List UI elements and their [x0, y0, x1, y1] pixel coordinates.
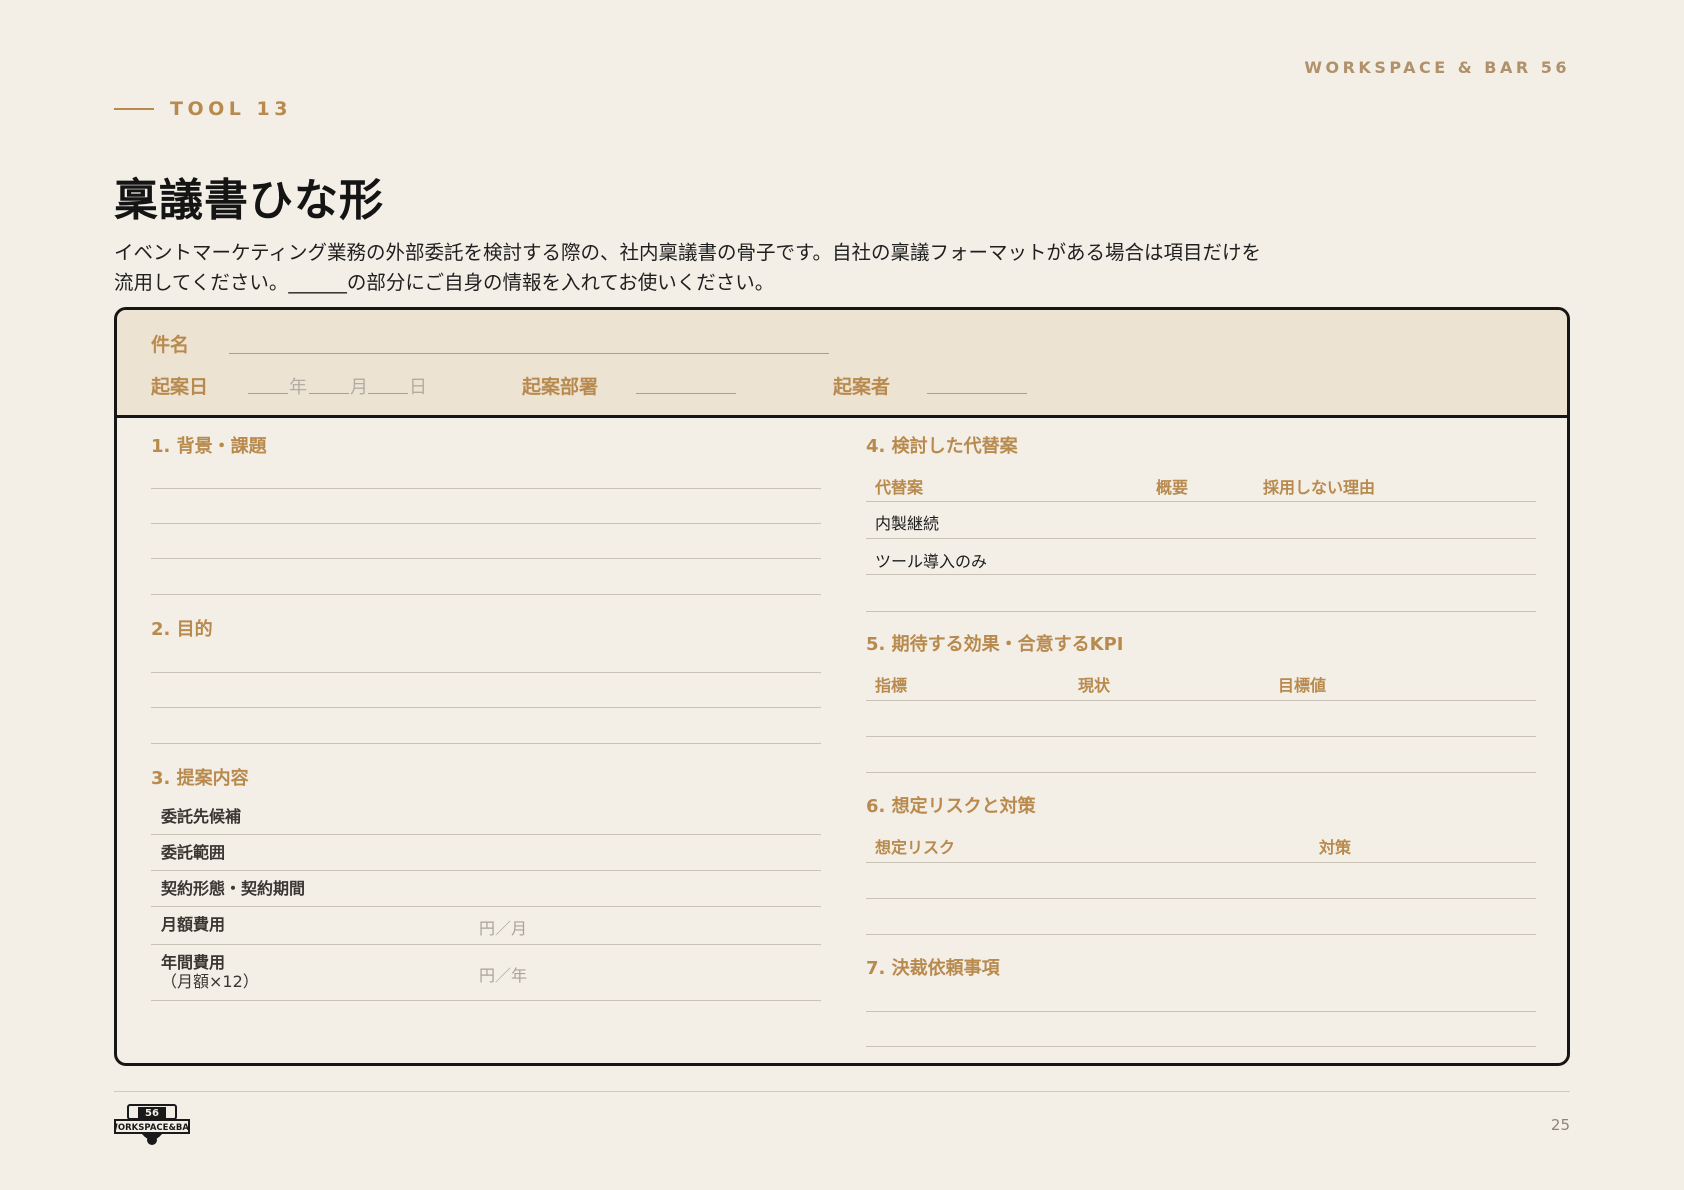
proposal-row-label: 契約形態・契約期間: [161, 879, 306, 898]
subject-field[interactable]: [229, 353, 829, 354]
subject-label: 件名: [151, 334, 190, 356]
section-2-line[interactable]: [151, 672, 821, 673]
proposal-row-label: 委託範囲: [161, 843, 226, 862]
section-7-title: 7. 決裁依頼事項: [866, 958, 1000, 979]
risk-col-header: 想定リスク: [875, 838, 956, 857]
kpi-col-header: 目標値: [1278, 676, 1327, 695]
proposal-row-sublabel: （月額×12）: [161, 972, 259, 991]
proposal-row-label: 年間費用: [161, 953, 226, 972]
proposal-row-label: 委託先候補: [161, 807, 242, 826]
page-title: 稟議書ひな形: [114, 175, 384, 226]
date-label: 起案日: [151, 376, 209, 398]
workspace-bar-logo: 56 WORKSPACE&BAR: [109, 1104, 196, 1146]
section-3-title: 3. 提案内容: [151, 768, 249, 789]
alt-col-header: 概要: [1156, 478, 1189, 497]
intro-text: イベントマーケティング業務の外部委託を検討する際の、社内稟議書の骨子です。自社の…: [114, 238, 1354, 298]
page-number: 25: [1550, 1116, 1570, 1134]
footer-divider: [114, 1091, 1570, 1092]
alt-table-line[interactable]: [866, 538, 1536, 539]
proposal-row-line[interactable]: [151, 944, 821, 945]
proposal-row-line[interactable]: [151, 834, 821, 835]
alt-table-line: [866, 501, 1536, 502]
dept-label: 起案部署: [522, 376, 599, 398]
alt-row-name: 内製継続: [875, 514, 940, 533]
section-1-line[interactable]: [151, 523, 821, 524]
section-2-line[interactable]: [151, 743, 821, 744]
section-1-line[interactable]: [151, 594, 821, 595]
risk-col-header: 対策: [1319, 838, 1352, 857]
date-day-field[interactable]: [368, 393, 408, 394]
section-2-line[interactable]: [151, 707, 821, 708]
author-label: 起案者: [833, 376, 891, 398]
kpi-table-line: [866, 700, 1536, 701]
section-1-line[interactable]: [151, 488, 821, 489]
risk-table-line[interactable]: [866, 934, 1536, 935]
logo-number: 56: [145, 1108, 159, 1119]
proposal-row-line[interactable]: [151, 870, 821, 871]
approval-form: 件名 起案日 年 月 日 起案部署 起案者 1. 背景・課題 2. 目的 3. …: [114, 307, 1570, 1066]
tool-label: TOOL 13: [114, 98, 292, 120]
section-7-line[interactable]: [866, 1046, 1536, 1047]
risk-table-line[interactable]: [866, 898, 1536, 899]
section-4-title: 4. 検討した代替案: [866, 436, 1018, 457]
tool-label-text: TOOL 13: [170, 98, 292, 120]
section-2-title: 2. 目的: [151, 619, 213, 640]
alt-table-line[interactable]: [866, 611, 1536, 612]
kpi-table-line[interactable]: [866, 772, 1536, 773]
monthly-unit: 円／月: [479, 919, 528, 938]
tool-label-rule: [114, 108, 154, 110]
form-header: 件名 起案日 年 月 日 起案部署 起案者: [117, 310, 1567, 418]
date-month-field[interactable]: [309, 393, 349, 394]
section-1-line[interactable]: [151, 558, 821, 559]
year-unit: 年: [289, 377, 307, 398]
dept-field[interactable]: [636, 393, 736, 394]
proposal-row-line[interactable]: [151, 906, 821, 907]
proposal-row-label: 月額費用: [161, 915, 226, 934]
risk-table-line: [866, 862, 1536, 863]
kpi-table-line[interactable]: [866, 736, 1536, 737]
form-body: 1. 背景・課題 2. 目的 3. 提案内容 委託先候補 委託範囲 契約形態・契…: [117, 418, 1567, 1063]
section-1-title: 1. 背景・課題: [151, 436, 267, 457]
alt-row-name: ツール導入のみ: [875, 552, 988, 571]
day-unit: 日: [409, 377, 427, 398]
intro-line-2: 流用してください。______の部分にご自身の情報を入れてお使いください。: [114, 271, 775, 294]
month-unit: 月: [350, 377, 368, 398]
annual-unit: 円／年: [479, 966, 528, 985]
section-7-line[interactable]: [866, 1011, 1536, 1012]
kpi-col-header: 指標: [875, 676, 908, 695]
section-6-title: 6. 想定リスクと対策: [866, 796, 1036, 817]
intro-line-1: イベントマーケティング業務の外部委託を検討する際の、社内稟議書の骨子です。自社の…: [114, 241, 1261, 264]
kpi-col-header: 現状: [1078, 676, 1111, 695]
brand-name: WORKSPACE & BAR 56: [1304, 58, 1570, 77]
author-field[interactable]: [927, 393, 1027, 394]
alt-col-header: 代替案: [875, 478, 924, 497]
proposal-row-line[interactable]: [151, 1000, 821, 1001]
date-year-field[interactable]: [248, 393, 288, 394]
logo-wordmark: WORKSPACE&BAR: [114, 1123, 190, 1133]
alt-table-line[interactable]: [866, 574, 1536, 575]
section-5-title: 5. 期待する効果・合意するKPI: [866, 634, 1124, 655]
alt-col-header: 採用しない理由: [1263, 478, 1376, 497]
